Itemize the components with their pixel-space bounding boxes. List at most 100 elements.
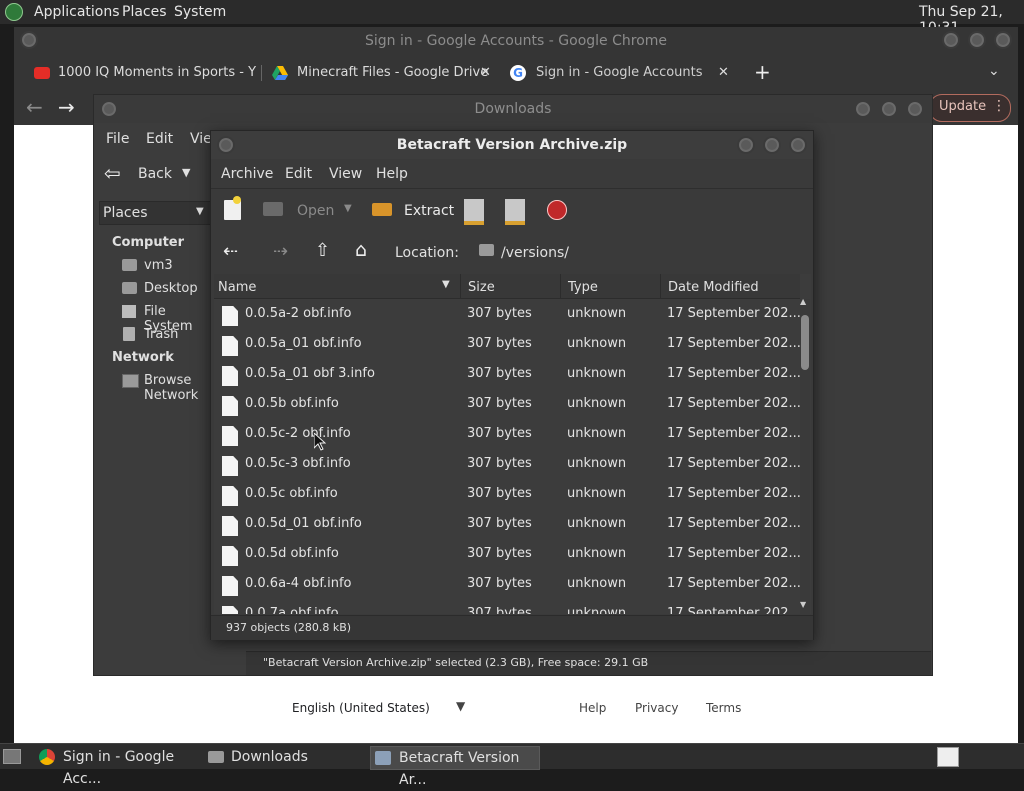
menu-file[interactable]: File: [106, 131, 129, 147]
extract-button[interactable]: Extract: [371, 197, 454, 223]
show-desktop-icon[interactable]: [3, 749, 21, 764]
archive-maximize-button[interactable]: [763, 136, 781, 154]
places-select[interactable]: Places ▼: [99, 201, 211, 225]
downloads-window-menu-button[interactable]: [100, 100, 118, 118]
network-heading: Network: [112, 350, 174, 365]
terms-link[interactable]: Terms: [706, 701, 741, 715]
location-field[interactable]: /versions/: [475, 239, 795, 265]
table-row[interactable]: 0.0.5a_01 obf.info 307 bytes unknown 17 Sep…: [214, 329, 801, 359]
column-label: Size: [468, 280, 495, 295]
sidebar-item-label: Trash: [144, 327, 179, 342]
back-arrow-icon[interactable]: ⇠: [223, 241, 238, 262]
table-row[interactable]: 0.0.5a-2 obf.info 307 bytes unknown 17 Sept…: [214, 299, 801, 329]
table-row[interactable]: 0.0.6a-4 obf.info 307 bytes unknown 17 Sept…: [214, 569, 801, 599]
menu-edit[interactable]: Edit: [285, 166, 312, 182]
archive-minimize-button[interactable]: [737, 136, 755, 154]
sidebar-item-trash[interactable]: Trash: [122, 326, 212, 346]
sidebar-item-file-system[interactable]: File System: [122, 303, 212, 334]
taskbar-item-label: Sign in - Google Acc...: [63, 749, 175, 787]
taskbar-item-archive[interactable]: Betacraft Version Ar...: [370, 746, 540, 788]
taskbar-item-downloads[interactable]: Downloads: [205, 746, 365, 768]
stop-icon[interactable]: [547, 200, 567, 220]
back-button[interactable]: ⇦ Back ▼: [102, 161, 194, 187]
menu-edit[interactable]: Edit: [146, 131, 173, 147]
downloads-status-text: "Betacraft Version Archive.zip" selected…: [263, 656, 649, 669]
places-menu[interactable]: Places: [122, 4, 167, 20]
vertical-scrollbar[interactable]: ▲ ▼: [800, 297, 810, 614]
table-row[interactable]: 0.0.5c obf.info 307 bytes unknown 17 Septem…: [214, 479, 801, 509]
language-select[interactable]: English (United States) ▼: [292, 699, 472, 719]
table-row[interactable]: 0.0.5d_01 obf.info 307 bytes unknown 17 Sep…: [214, 509, 801, 539]
up-arrow-icon[interactable]: ⇧: [315, 240, 330, 261]
scroll-up-arrow-icon[interactable]: ▲: [800, 297, 806, 306]
file-type: unknown: [567, 336, 627, 351]
table-row[interactable]: 0.0.5d obf.info 307 bytes unknown 17 Septem…: [214, 539, 801, 569]
archive-status-text: 937 objects (280.8 kB): [226, 621, 352, 634]
network-icon: [122, 374, 139, 388]
forward-arrow-icon[interactable]: ⇢: [273, 241, 288, 262]
file-size: 307 bytes: [467, 336, 532, 351]
file-name: 0.0.6a-4 obf.info: [245, 576, 352, 591]
table-row[interactable]: 0.0.5a_01 obf 3.info 307 bytes unknown 17 S…: [214, 359, 801, 389]
system-menu[interactable]: System: [174, 4, 226, 20]
downloads-minimize-button[interactable]: [854, 100, 872, 118]
back-arrow-icon[interactable]: ←: [26, 95, 43, 119]
chrome-minimize-button[interactable]: [942, 31, 960, 49]
new-tab-plus-icon[interactable]: +: [754, 60, 771, 84]
file-rows: 0.0.5a-2 obf.info 307 bytes unknown 17 Sept…: [214, 299, 801, 614]
file-name: 0.0.5a_01 obf.info: [245, 336, 362, 351]
add-files-icon[interactable]: [464, 199, 484, 225]
archive-close-button[interactable]: [789, 136, 807, 154]
file-size: 307 bytes: [467, 576, 532, 591]
chrome-maximize-button[interactable]: [968, 31, 986, 49]
update-button[interactable]: Update ⋮: [929, 94, 1011, 122]
sidebar-item-label: Desktop: [144, 281, 198, 296]
gnome-foot-icon[interactable]: [5, 3, 23, 21]
google-icon: G: [510, 65, 526, 81]
open-button[interactable]: Open ▼: [263, 197, 359, 223]
column-size[interactable]: Size: [461, 274, 561, 298]
back-arrow-icon: ⇦: [104, 161, 121, 185]
add-folder-icon[interactable]: [505, 199, 525, 225]
table-row[interactable]: 0.0.5c-3 obf.info 307 bytes unknown 17 Sept…: [214, 449, 801, 479]
scroll-down-arrow-icon[interactable]: ▼: [800, 600, 806, 609]
tab-sign-in[interactable]: G Sign in - Google Accounts ✕: [510, 59, 732, 87]
privacy-link[interactable]: Privacy: [635, 701, 678, 715]
file-type: unknown: [567, 306, 627, 321]
column-type[interactable]: Type: [561, 274, 661, 298]
column-date-modified[interactable]: Date Modified: [661, 274, 800, 298]
table-row[interactable]: 0.0.7a obf.info 307 bytes unknown 17 Septem…: [214, 599, 801, 614]
file-date: 17 September 202...: [667, 426, 801, 441]
file-date: 17 September 202...: [667, 576, 801, 591]
location-bar: ⇠ ⇢ ⇧ ⌂ Location: /versions/: [211, 231, 813, 273]
tab-list-chevron-down-icon[interactable]: ⌄: [988, 63, 1000, 79]
downloads-close-button[interactable]: [906, 100, 924, 118]
sort-down-icon: ▼: [442, 279, 450, 290]
new-archive-icon[interactable]: [224, 196, 241, 220]
workspace-switcher-icon[interactable]: [937, 747, 959, 767]
sidebar-item-desktop[interactable]: Desktop: [122, 280, 212, 300]
chrome-close-button[interactable]: [994, 31, 1012, 49]
menu-help[interactable]: Help: [376, 166, 408, 182]
home-icon[interactable]: ⌂: [355, 239, 367, 261]
forward-arrow-icon[interactable]: →: [58, 95, 75, 119]
bottom-taskbar: Sign in - Google Acc... Downloads Betacr…: [0, 743, 1024, 788]
tab-google-drive[interactable]: Minecraft Files - Google Drive ✕: [272, 59, 492, 87]
table-row[interactable]: 0.0.5b obf.info 307 bytes unknown 17 Septem…: [214, 389, 801, 419]
archive-window-menu-button[interactable]: [217, 136, 235, 154]
taskbar-item-chrome[interactable]: Sign in - Google Acc...: [36, 746, 201, 787]
column-name[interactable]: Name ▼: [214, 274, 461, 298]
menu-view[interactable]: View: [329, 166, 362, 182]
table-row[interactable]: 0.0.5c-2 obf.info 307 bytes unknown 17 Sept…: [214, 419, 801, 449]
downloads-maximize-button[interactable]: [880, 100, 898, 118]
tab-close-icon[interactable]: ✕: [480, 59, 491, 87]
sidebar-item-vm3[interactable]: vm3: [122, 257, 212, 277]
applications-menu[interactable]: Applications: [34, 4, 120, 20]
file-size: 307 bytes: [467, 306, 532, 321]
menu-archive[interactable]: Archive: [221, 166, 273, 182]
file-icon: [222, 396, 238, 416]
tab-youtube[interactable]: 1000 IQ Moments in Sports - Y: [34, 59, 260, 87]
scrollbar-thumb[interactable]: [801, 315, 809, 370]
help-link[interactable]: Help: [579, 701, 606, 715]
tab-close-icon[interactable]: ✕: [718, 59, 729, 87]
